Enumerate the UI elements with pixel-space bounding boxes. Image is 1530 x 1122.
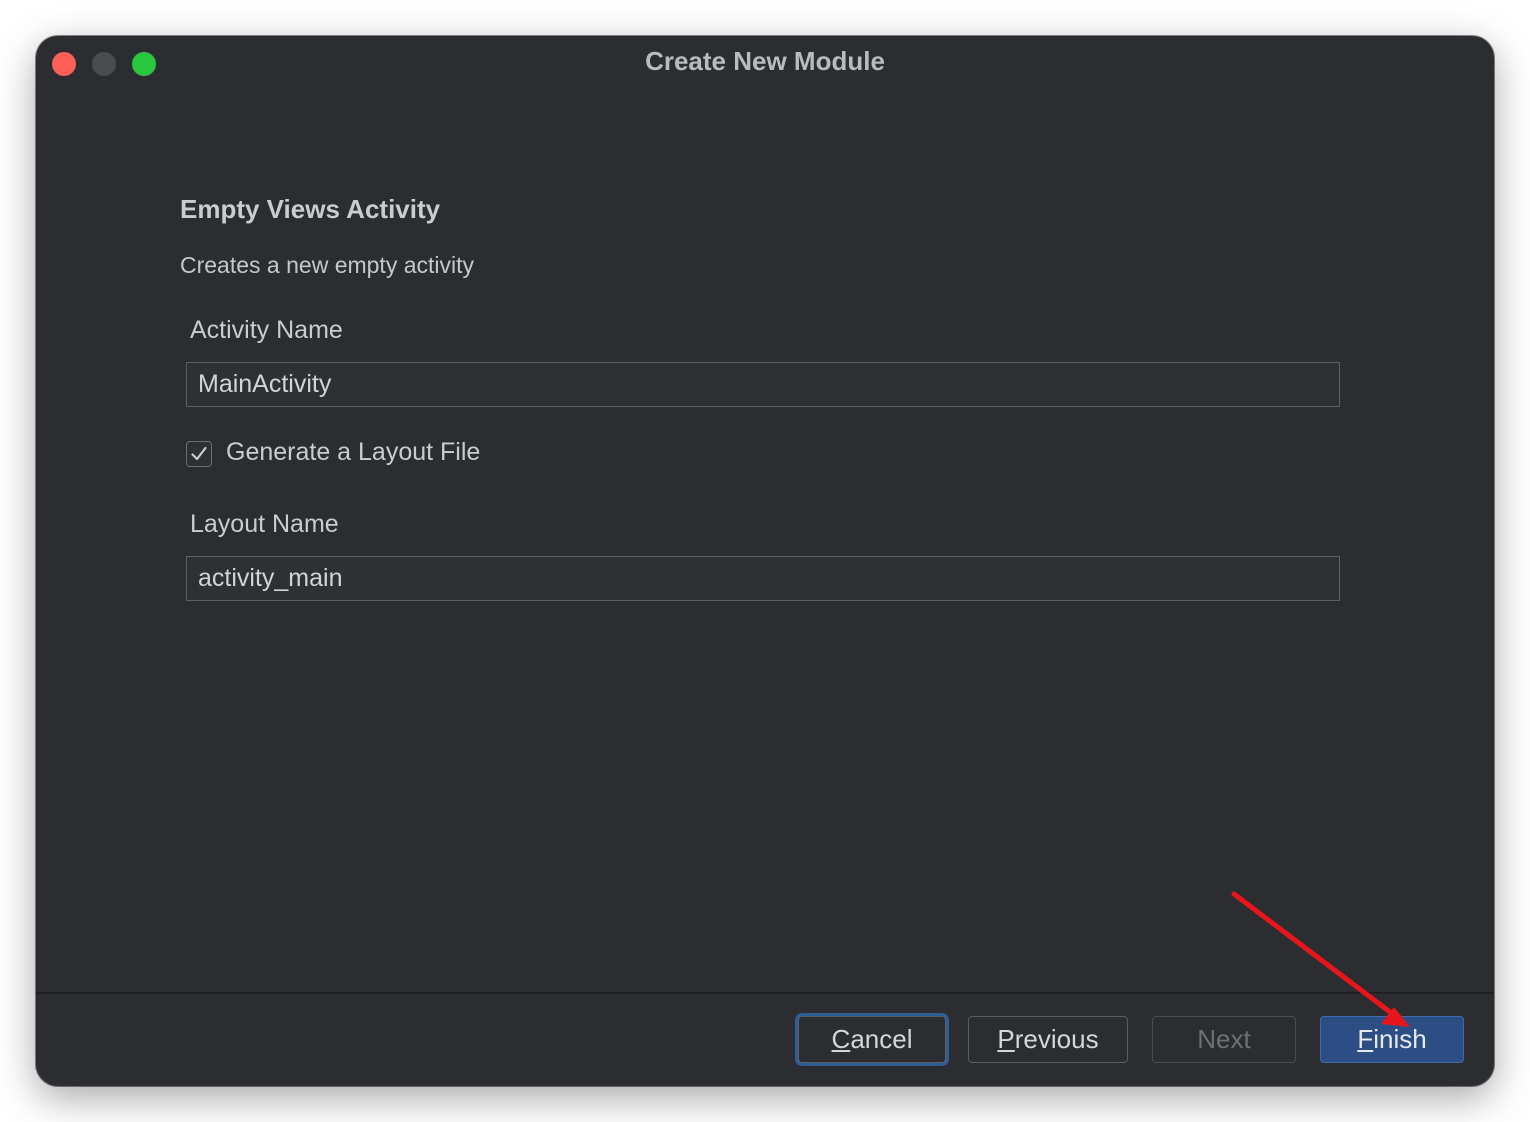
previous-mnemonic: P [997, 1024, 1015, 1054]
activity-name-input[interactable] [186, 362, 1340, 407]
generate-layout-label: Generate a Layout File [226, 438, 481, 466]
cancel-mnemonic: C [831, 1024, 851, 1054]
dialog-content: Empty Views Activity Creates a new empty… [36, 92, 1494, 992]
finish-mnemonic: F [1357, 1024, 1374, 1054]
layout-name-input[interactable] [186, 556, 1340, 601]
previous-button[interactable]: Previous [968, 1016, 1128, 1063]
cancel-button[interactable]: Cancel [798, 1016, 946, 1063]
activity-name-label: Activity Name [190, 316, 343, 344]
footer-divider [36, 992, 1494, 994]
previous-label-rest: revious [1014, 1024, 1099, 1054]
finish-label-rest: inish [1373, 1024, 1427, 1054]
template-description: Creates a new empty activity [180, 252, 475, 278]
title-bar[interactable]: Create New Module [36, 36, 1494, 92]
check-icon [191, 446, 207, 461]
create-new-module-dialog: Create New Module Empty Views Activity C… [36, 36, 1494, 1086]
template-heading: Empty Views Activity [180, 194, 441, 224]
layout-name-label: Layout Name [190, 510, 339, 538]
next-button: Next [1152, 1016, 1296, 1063]
cancel-label-rest: ancel [850, 1024, 913, 1054]
window-title: Create New Module [645, 46, 885, 76]
finish-button[interactable]: Finish [1320, 1016, 1464, 1063]
next-label: Next [1197, 1024, 1251, 1054]
generate-layout-checkbox[interactable] [186, 441, 212, 467]
